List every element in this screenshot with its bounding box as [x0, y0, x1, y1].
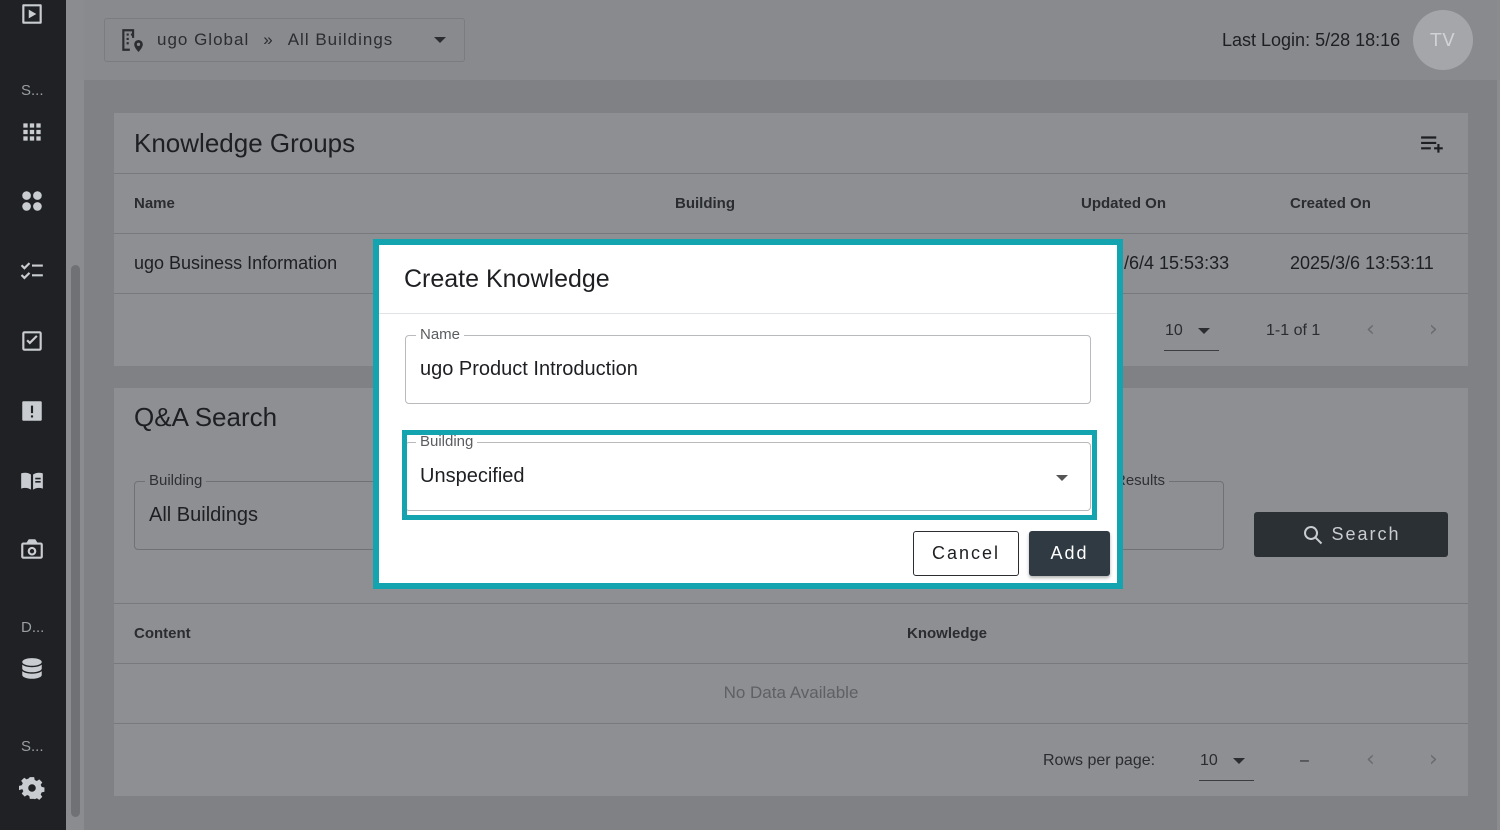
- table-row-updated-on: /6/4 15:53:33: [1124, 253, 1230, 273]
- avatar[interactable]: TV: [1413, 10, 1473, 70]
- column-header-updated-on[interactable]: Updated On: [1081, 195, 1166, 212]
- name-field-value: ugo Product Introduction: [420, 358, 638, 380]
- highlight-box: [402, 430, 1097, 520]
- chevron-right-icon[interactable]: ›: [1429, 317, 1438, 342]
- org-name: ugo Global: [157, 30, 250, 49]
- column-header-name[interactable]: Name: [134, 195, 175, 212]
- knowledge-groups-title: Knowledge Groups: [134, 128, 356, 158]
- play-square-icon[interactable]: [18, 0, 46, 28]
- rows-per-page-select[interactable]: 10: [1165, 322, 1183, 340]
- add-list-icon[interactable]: [1420, 133, 1446, 155]
- dialog-title: Create Knowledge: [404, 265, 610, 293]
- last-login: Last Login: 5/28 18:16: [1222, 30, 1401, 50]
- select-underline: [1164, 350, 1219, 351]
- divider: [114, 603, 1468, 604]
- sidebar-section-label: S...: [21, 82, 44, 99]
- column-header-building[interactable]: Building: [675, 195, 735, 212]
- sidebar: S... D... S...: [0, 0, 66, 830]
- name-field[interactable]: Name ugo Product Introduction: [405, 326, 1091, 404]
- task-check-icon[interactable]: [18, 327, 46, 355]
- divider: [114, 723, 1468, 724]
- divider: [114, 233, 1468, 234]
- building-filter-select[interactable]: Building All Buildings: [134, 472, 394, 550]
- divider: [114, 663, 1468, 664]
- column-header-content[interactable]: Content: [134, 625, 191, 642]
- building-location-icon: [122, 29, 143, 52]
- cancel-button[interactable]: Cancel: [913, 531, 1019, 576]
- rows-per-page-select[interactable]: 10: [1200, 752, 1218, 770]
- camera-icon[interactable]: [18, 535, 46, 563]
- alert-icon[interactable]: [18, 397, 46, 425]
- gear-icon[interactable]: [18, 774, 46, 802]
- breadcrumb-separator: »: [263, 30, 274, 49]
- sidebar-section-label: S...: [21, 738, 44, 755]
- building-filter-value: All Buildings: [149, 504, 258, 526]
- rows-per-page-label: Rows per page:: [1043, 752, 1156, 769]
- pagination-range: –: [1300, 752, 1309, 769]
- qa-search-title: Q&A Search: [134, 402, 278, 432]
- search-icon: [1304, 525, 1323, 544]
- column-header-knowledge[interactable]: Knowledge: [907, 625, 987, 642]
- table-row-created-on: 2025/3/6 13:53:11: [1290, 253, 1434, 273]
- building-selector[interactable]: ugo Global » All Buildings: [104, 18, 465, 62]
- search-button-label: Search: [1331, 524, 1401, 544]
- chevron-down-icon[interactable]: [1198, 328, 1210, 334]
- search-button[interactable]: Search: [1254, 512, 1448, 557]
- chevron-left-icon[interactable]: ‹: [1366, 747, 1375, 772]
- building-name: All Buildings: [287, 30, 394, 49]
- book-icon[interactable]: [18, 467, 46, 495]
- chevron-down-icon[interactable]: [1233, 758, 1245, 764]
- building-filter-label: Building: [145, 472, 207, 489]
- chevron-down-icon: [434, 37, 446, 43]
- select-underline: [1199, 780, 1254, 781]
- table-row-name[interactable]: ugo Business Information: [134, 253, 337, 274]
- sidebar-scrollbar[interactable]: [71, 265, 80, 817]
- database-icon[interactable]: [18, 655, 46, 683]
- divider: [379, 313, 1117, 314]
- apps-grid-icon[interactable]: [18, 118, 46, 146]
- empty-state: No Data Available: [723, 683, 859, 702]
- chevron-right-icon[interactable]: ›: [1429, 747, 1438, 772]
- sidebar-section-label: D...: [21, 619, 45, 636]
- chevron-left-icon[interactable]: ‹: [1366, 317, 1375, 342]
- pagination-range: 1-1 of 1: [1266, 322, 1321, 339]
- checklist-icon[interactable]: [18, 257, 46, 285]
- column-header-created-on[interactable]: Created On: [1290, 195, 1371, 212]
- add-button[interactable]: Add: [1029, 531, 1110, 576]
- divider: [114, 173, 1468, 174]
- widgets-icon[interactable]: [18, 187, 46, 215]
- name-field-label: Name: [416, 326, 465, 343]
